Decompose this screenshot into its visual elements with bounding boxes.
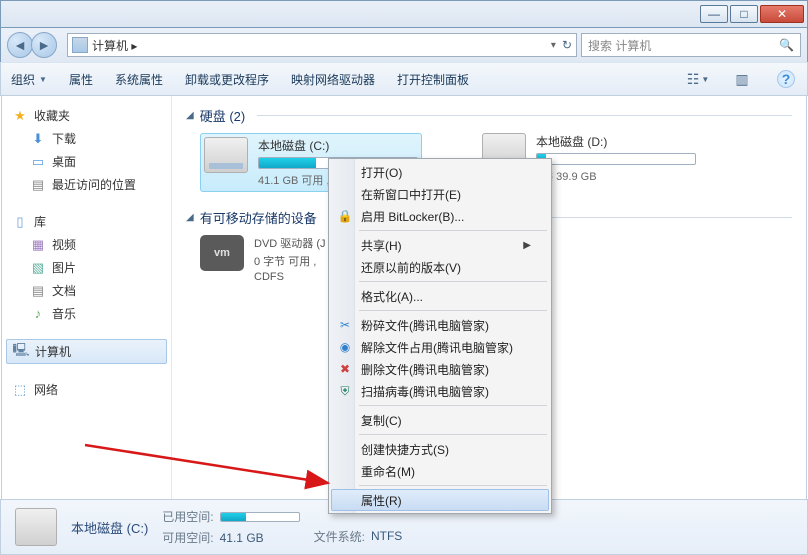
recent-icon: ▤ <box>30 177 46 193</box>
status-used-bar <box>220 512 300 522</box>
close-button[interactable]: ✕ <box>760 5 804 23</box>
ctx-restore[interactable]: 还原以前的版本(V) <box>331 256 549 278</box>
star-icon: ★ <box>12 108 28 124</box>
group-hdd[interactable]: ◢硬盘 (2) <box>186 106 792 125</box>
nav-sidebar: ★收藏夹 ⬇下载 ▭桌面 ▤最近访问的位置 ▯库 ▦视频 ▧图片 ▤文档 ♪音乐… <box>2 96 172 499</box>
ctx-shred[interactable]: ✂粉碎文件(腾讯电脑管家) <box>331 314 549 336</box>
toolbar-uninstall[interactable]: 卸载或更改程序 <box>185 71 269 88</box>
collapse-icon: ◢ <box>186 212 194 223</box>
nav-recent[interactable]: ▤最近访问的位置 <box>6 173 167 196</box>
computer-icon <box>72 37 88 53</box>
toolbar-properties[interactable]: 属性 <box>69 71 93 88</box>
computer-nav-icon: 🖳 <box>13 344 29 360</box>
drive-d-label: 本地磁盘 (D:) <box>536 133 696 150</box>
video-icon: ▦ <box>30 237 46 253</box>
network-icon: ⬚ <box>12 382 28 398</box>
nav-libraries[interactable]: ▯库 <box>6 210 167 233</box>
context-menu: 打开(O) 在新窗口中打开(E) 🔒启用 BitLocker(B)... 共享(… <box>328 158 552 514</box>
drive-d-bar <box>536 153 696 165</box>
document-icon: ▤ <box>30 283 46 299</box>
toolbar: 组织▼ 属性 系统属性 卸载或更改程序 映射网络驱动器 打开控制面板 ☷▼ ▥ … <box>0 62 808 96</box>
status-fs-value: NTFS <box>371 529 402 543</box>
maximize-button[interactable]: □ <box>730 5 758 23</box>
bitlocker-icon: 🔒 <box>337 208 353 224</box>
ctx-scan[interactable]: ⛨扫描病毒(腾讯电脑管家) <box>331 380 549 402</box>
ctx-bitlocker[interactable]: 🔒启用 BitLocker(B)... <box>331 205 549 227</box>
picture-icon: ▧ <box>30 260 46 276</box>
view-options-icon[interactable]: ☷▼ <box>687 69 709 89</box>
title-bar: — □ ✕ <box>0 0 808 28</box>
address-row: ◄ ► 计算机 ▸ ▾ ↻ 搜索 计算机 🔍 <box>0 28 808 62</box>
ctx-shortcut[interactable]: 创建快捷方式(S) <box>331 438 549 460</box>
toolbar-mapdrive[interactable]: 映射网络驱动器 <box>291 71 375 88</box>
status-fs-label: 文件系统: <box>314 528 365 545</box>
ctx-delete[interactable]: ✖删除文件(腾讯电脑管家) <box>331 358 549 380</box>
dvd-drive[interactable]: DVD 驱动器 (J 0 字节 可用 , CDFS <box>254 235 326 283</box>
address-bar[interactable]: 计算机 ▸ ▾ ↻ <box>67 33 577 57</box>
ctx-format[interactable]: 格式化(A)... <box>331 285 549 307</box>
delete-icon: ✖ <box>337 361 353 377</box>
drive-c-icon <box>204 137 248 173</box>
toolbar-ctrlpanel[interactable]: 打开控制面板 <box>397 71 469 88</box>
ctx-copy[interactable]: 复制(C) <box>331 409 549 431</box>
unlock-icon: ◉ <box>337 339 353 355</box>
nav-music[interactable]: ♪音乐 <box>6 302 167 325</box>
nav-favorites[interactable]: ★收藏夹 <box>6 104 167 127</box>
search-icon: 🔍 <box>779 38 794 52</box>
ctx-open[interactable]: 打开(O) <box>331 161 549 183</box>
toolbar-sysprops[interactable]: 系统属性 <box>115 71 163 88</box>
desktop-icon: ▭ <box>30 154 46 170</box>
shield-icon: ⛨ <box>337 383 353 399</box>
nav-pictures[interactable]: ▧图片 <box>6 256 167 279</box>
ctx-unlock[interactable]: ◉解除文件占用(腾讯电脑管家) <box>331 336 549 358</box>
help-icon[interactable]: ? <box>775 69 797 89</box>
shred-icon: ✂ <box>337 317 353 333</box>
nav-desktop[interactable]: ▭桌面 <box>6 150 167 173</box>
refresh-icon[interactable]: ↻ <box>562 38 572 52</box>
search-input[interactable]: 搜索 计算机 🔍 <box>581 33 801 57</box>
music-icon: ♪ <box>30 306 46 322</box>
drive-c-label: 本地磁盘 (C:) <box>258 137 418 154</box>
library-icon: ▯ <box>12 214 28 230</box>
preview-pane-icon[interactable]: ▥ <box>731 69 753 89</box>
status-used-label: 已用空间: <box>162 508 213 525</box>
ctx-rename[interactable]: 重命名(M) <box>331 460 549 482</box>
minimize-button[interactable]: — <box>700 5 728 23</box>
nav-network[interactable]: ⬚网络 <box>6 378 167 401</box>
download-icon: ⬇ <box>30 131 46 147</box>
nav-computer[interactable]: 🖳计算机 <box>6 339 167 364</box>
toolbar-organize[interactable]: 组织▼ <box>11 71 47 88</box>
breadcrumb: 计算机 ▸ <box>92 37 137 54</box>
collapse-icon: ◢ <box>186 110 194 121</box>
dvd-icon: vm <box>200 235 244 271</box>
status-title: 本地磁盘 (C:) <box>71 518 148 537</box>
back-button[interactable]: ◄ <box>7 32 33 58</box>
ctx-share[interactable]: 共享(H)▶ <box>331 234 549 256</box>
nav-documents[interactable]: ▤文档 <box>6 279 167 302</box>
forward-button[interactable]: ► <box>31 32 57 58</box>
submenu-arrow-icon: ▶ <box>523 240 531 251</box>
search-placeholder: 搜索 计算机 <box>588 37 651 54</box>
nav-buttons: ◄ ► <box>7 31 63 59</box>
drive-d-stat: , 共 39.9 GB <box>536 168 696 184</box>
ctx-open-new-window[interactable]: 在新窗口中打开(E) <box>331 183 549 205</box>
breadcrumb-dropdown-icon[interactable]: ▾ <box>551 40 556 51</box>
nav-downloads[interactable]: ⬇下载 <box>6 127 167 150</box>
status-free-label: 可用空间: <box>162 529 213 546</box>
status-drive-icon <box>15 508 57 546</box>
status-free-value: 41.1 GB <box>220 531 264 545</box>
ctx-properties[interactable]: 属性(R) <box>331 489 549 511</box>
nav-videos[interactable]: ▦视频 <box>6 233 167 256</box>
